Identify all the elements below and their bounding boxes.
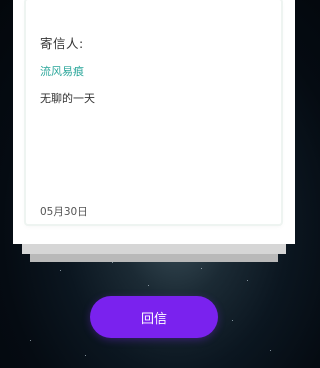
letter-date: 05月30日 bbox=[40, 206, 88, 218]
star bbox=[247, 280, 248, 281]
star bbox=[201, 268, 202, 269]
star bbox=[148, 285, 149, 286]
star bbox=[30, 340, 31, 341]
star bbox=[112, 262, 113, 263]
reply-button-label: 回信 bbox=[140, 311, 167, 327]
star bbox=[60, 270, 61, 271]
sender-name[interactable]: 流风易痕 bbox=[40, 63, 84, 79]
letter-message: 无聊的一天 bbox=[40, 92, 95, 105]
star bbox=[85, 355, 86, 356]
star bbox=[270, 350, 271, 351]
sender-label: 寄信人: bbox=[40, 36, 84, 51]
reply-button[interactable]: 回信 bbox=[90, 296, 218, 338]
star bbox=[232, 320, 233, 321]
